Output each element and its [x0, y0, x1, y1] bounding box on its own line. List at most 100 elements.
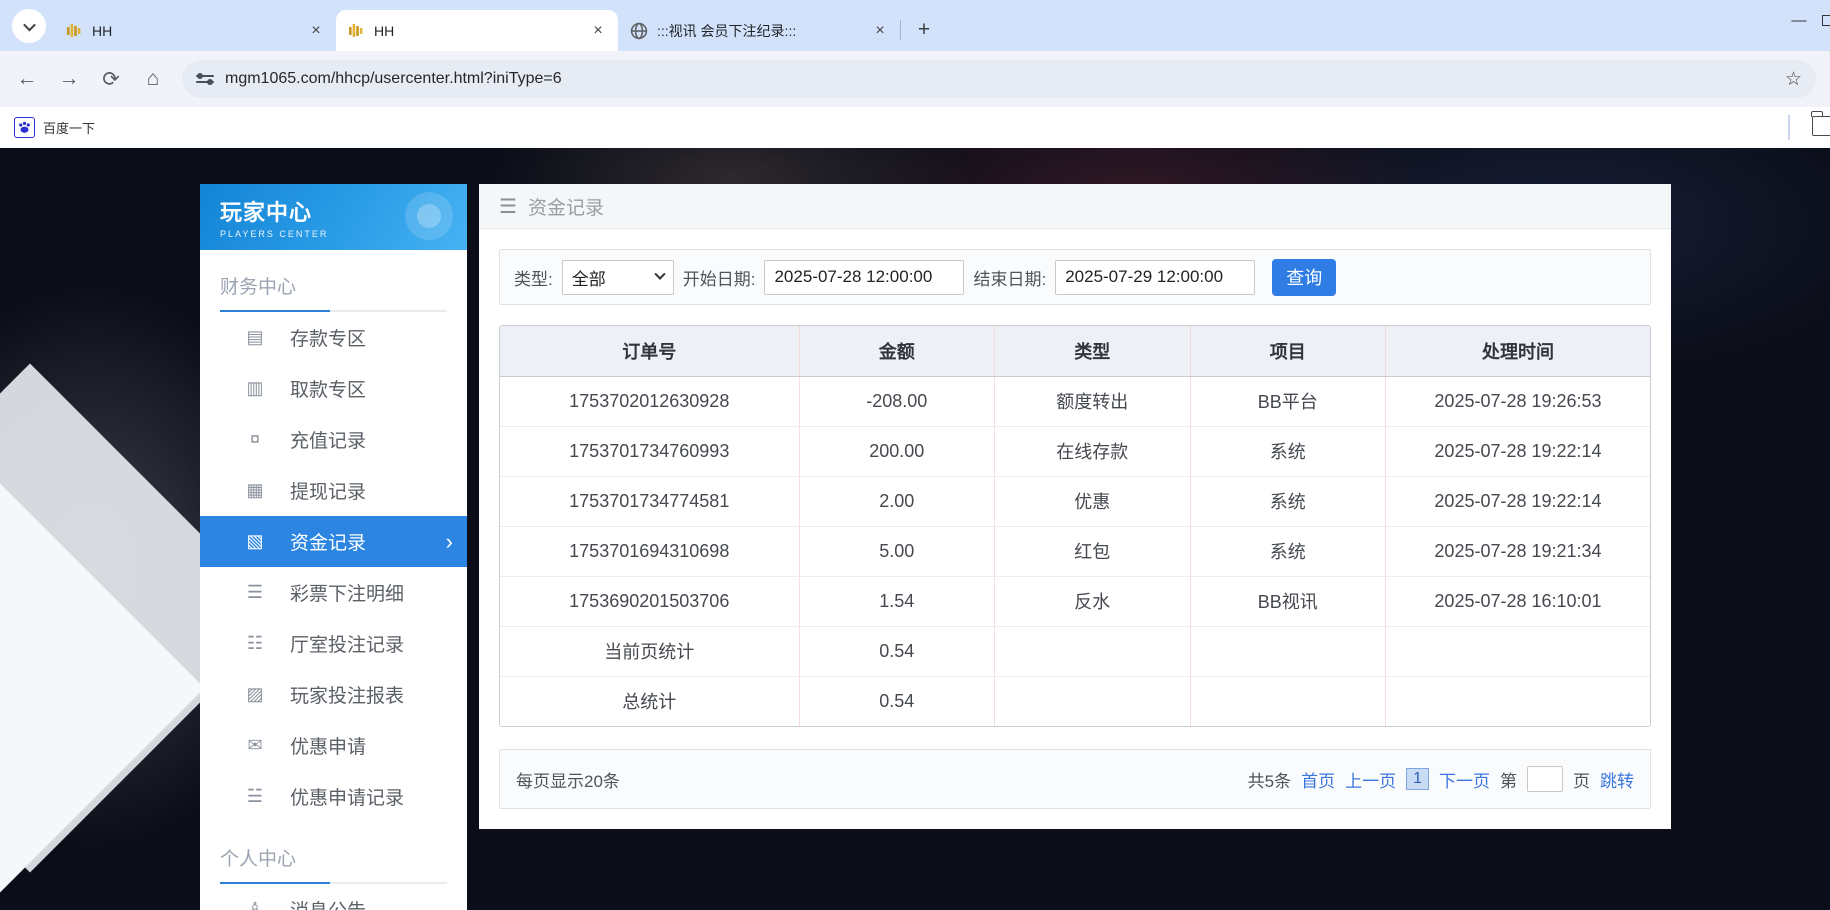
table-row: 当前页统计0.54: [500, 626, 1650, 676]
jump-link[interactable]: 跳转: [1600, 767, 1634, 792]
column-header: 金额: [799, 326, 995, 376]
current-page-badge[interactable]: 1: [1406, 768, 1429, 790]
back-icon[interactable]: ←: [14, 67, 40, 91]
browser-tab-1[interactable]: HH ×: [54, 10, 336, 51]
bookmark-star-icon[interactable]: ☆: [1785, 68, 1802, 91]
table-cell: 当前页统计: [500, 626, 799, 676]
reload-icon[interactable]: ⟳: [98, 67, 124, 92]
prev-page-link[interactable]: 上一页: [1345, 767, 1396, 792]
start-date-input[interactable]: [764, 260, 964, 295]
tab-search-button[interactable]: [12, 9, 46, 43]
sidebar-item-label: 优惠申请记录: [290, 783, 404, 810]
table-cell: 1753701734760993: [500, 426, 799, 476]
sidebar-item-promo-apply-record[interactable]: ☱ 优惠申请记录: [200, 771, 467, 822]
funds-table-body: 1753702012630928-208.00额度转出BB平台2025-07-2…: [500, 376, 1650, 726]
next-page-link[interactable]: 下一页: [1439, 767, 1490, 792]
per-page-text: 每页显示20条: [516, 767, 620, 792]
tab-close-icon[interactable]: ×: [870, 21, 890, 41]
tab-separator: [900, 20, 901, 40]
new-tab-button[interactable]: +: [909, 15, 939, 45]
window-maximize-button[interactable]: [1822, 15, 1830, 26]
window-minimize-button[interactable]: —: [1776, 12, 1822, 29]
table-row: 1753701734760993200.00在线存款系统2025-07-28 1…: [500, 426, 1650, 476]
browser-tab-strip: HH × HH × :::视讯 会员下注纪录::: × + —: [0, 0, 1830, 51]
gold-wave-favicon-icon: [348, 22, 365, 39]
sidebar-item-withdraw-record[interactable]: ▦ 提现记录: [200, 465, 467, 516]
sidebar-item-label: 资金记录: [290, 528, 366, 555]
tab-label: :::视讯 会员下注纪录:::: [657, 21, 861, 41]
page-jump-input[interactable]: [1527, 766, 1563, 792]
table-cell: BB视讯: [1190, 576, 1386, 626]
sidebar-item-recharge-record[interactable]: ¤ 充值记录: [200, 414, 467, 465]
table-cell: 2025-07-28 19:26:53: [1386, 376, 1651, 426]
sidebar-item-withdraw-zone[interactable]: ▥ 取款专区: [200, 363, 467, 414]
table-cell: [1386, 626, 1651, 676]
player-center-sidebar: 玩家中心 PLAYERS CENTER 财务中心▤存款专区▥取款专区¤充值记录▦…: [200, 184, 467, 910]
cash-icon: ▧: [244, 531, 266, 552]
table-cell: [995, 676, 1191, 726]
type-label: 类型:: [514, 265, 553, 290]
wallet-icon: ▦: [244, 480, 266, 501]
page-background: 玩家中心 PLAYERS CENTER 财务中心▤存款专区▥取款专区¤充值记录▦…: [0, 148, 1830, 910]
browser-tab-2-active[interactable]: HH ×: [336, 10, 618, 51]
sidebar-item-label: 提现记录: [290, 477, 366, 504]
table-cell: 2025-07-28 19:22:14: [1386, 476, 1651, 526]
type-select[interactable]: 全部: [562, 260, 674, 295]
sidebar-section-label: 个人中心: [220, 844, 447, 884]
deposit-card-icon: ▤: [244, 327, 266, 348]
sidebar-item-hall-bet-record[interactable]: ☷厅室投注记录: [200, 618, 467, 669]
chevron-right-icon: ›: [446, 529, 453, 555]
home-icon[interactable]: ⌂: [140, 67, 166, 91]
list-record-icon: ☱: [244, 786, 266, 807]
table-cell: 200.00: [799, 426, 995, 476]
query-button[interactable]: 查询: [1272, 259, 1336, 296]
table-cell: 红包: [995, 526, 1191, 576]
tab-close-icon[interactable]: ×: [306, 21, 326, 41]
jump-label-post: 页: [1573, 767, 1590, 792]
sidebar-item-label: 存款专区: [290, 324, 366, 351]
end-date-input[interactable]: [1055, 260, 1255, 295]
column-header: 项目: [1190, 326, 1386, 376]
table-cell: [995, 626, 1191, 676]
bookmark-item[interactable]: 百度一下: [43, 118, 95, 137]
sidebar-item-player-bet-report[interactable]: ▨玩家投注报表: [200, 669, 467, 720]
address-bar[interactable]: mgm1065.com/hhcp/usercenter.html?iniType…: [182, 60, 1816, 98]
site-settings-icon[interactable]: [196, 75, 214, 83]
tab-label: HH: [92, 23, 297, 39]
gamepad-decoration-icon: [405, 192, 453, 240]
hamburger-icon[interactable]: ☰: [499, 194, 517, 219]
sidebar-item-label: 取款专区: [290, 375, 366, 402]
gold-wave-favicon-icon: [66, 22, 83, 39]
browser-tab-3[interactable]: :::视讯 会员下注纪录::: ×: [618, 10, 900, 51]
table-row: 总统计0.54: [500, 676, 1650, 726]
table-cell: -208.00: [799, 376, 995, 426]
sidebar-item-promo-apply[interactable]: ✉优惠申请: [200, 720, 467, 771]
table-cell: 在线存款: [995, 426, 1191, 476]
withdraw-hand-icon: ▥: [244, 378, 266, 399]
url-text[interactable]: mgm1065.com/hhcp/usercenter.html?iniType…: [225, 70, 1774, 88]
moneybag-icon: ¤: [244, 429, 266, 450]
table-cell: 2025-07-28 16:10:01: [1386, 576, 1651, 626]
forward-icon[interactable]: →: [56, 67, 82, 91]
filter-bar: 类型: 全部 开始日期: 结束日期: 查询: [499, 249, 1651, 305]
table-cell: 1.54: [799, 576, 995, 626]
table-cell: 系统: [1190, 476, 1386, 526]
other-bookmarks-folder-icon[interactable]: [1812, 116, 1830, 136]
sidebar-item-lottery-bet-detail[interactable]: ☰彩票下注明细: [200, 567, 467, 618]
globe-favicon-icon: [630, 22, 648, 40]
tab-close-icon[interactable]: ×: [588, 21, 608, 41]
sidebar-menu: 财务中心▤存款专区▥取款专区¤充值记录▦提现记录▧资金记录›☰彩票下注明细☷厅室…: [200, 272, 467, 910]
first-page-link[interactable]: 首页: [1301, 767, 1335, 792]
table-cell: 系统: [1190, 426, 1386, 476]
table-cell: 优惠: [995, 476, 1191, 526]
main-content-panel: ☰ 资金记录 类型: 全部 开始日期: 结束日期: 查询: [479, 184, 1671, 829]
sidebar-item-deposit-zone[interactable]: ▤ 存款专区: [200, 312, 467, 363]
column-header: 类型: [995, 326, 1191, 376]
sidebar-item-message-notice[interactable]: ♙消息公告: [200, 884, 467, 910]
sidebar-item-label: 充值记录: [290, 426, 366, 453]
table-cell: [1386, 676, 1651, 726]
sidebar-item-label: 优惠申请: [290, 732, 366, 759]
baidu-paw-icon: [14, 117, 35, 138]
table-cell: 1753701694310698: [500, 526, 799, 576]
sidebar-item-funds-record[interactable]: ▧ 资金记录 ›: [200, 516, 467, 567]
